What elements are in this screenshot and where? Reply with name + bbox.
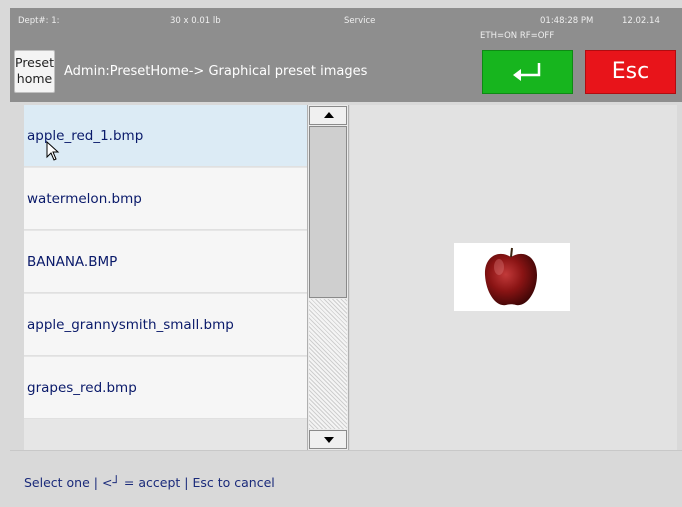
scroll-up-button[interactable] [309,106,347,125]
list-item[interactable]: apple_grannysmith_small.bmp [24,294,307,356]
status-bar: Dept#: 1: 30 x 0.01 lb Service 01:48:28 … [10,8,682,45]
scroll-track[interactable] [309,299,347,429]
preset-home-label-line1: Preset [15,55,54,70]
network-status: ETH=ON RF=OFF [480,31,555,41]
preview-image [454,243,570,311]
hint-text: Select one | <┘ = accept | Esc to cancel [24,475,275,490]
scroll-thumb[interactable] [309,126,347,298]
list-item[interactable]: grapes_red.bmp [24,357,307,419]
red-apple-icon [484,247,537,306]
weight-indicator: 30 x 0.01 lb [170,16,221,26]
dept-indicator: Dept#: 1: [18,16,60,26]
preset-home-label-line2: home [16,71,53,86]
divider [10,450,682,451]
mode-indicator: Service [344,16,376,26]
scroll-down-button[interactable] [309,430,347,449]
breadcrumb: Admin:PresetHome-> Graphical preset imag… [64,64,368,79]
clock-date: 12.02.14 [622,16,660,26]
list-scrollbar[interactable] [307,105,349,450]
list-item[interactable]: watermelon.bmp [24,168,307,230]
preset-home-button[interactable]: Preset home [14,50,55,93]
esc-button[interactable]: Esc [585,50,676,94]
enter-arrow-icon [513,63,541,81]
clock-time: 01:48:28 PM [540,16,594,26]
image-file-list: apple_red_1.bmp watermelon.bmp BANANA.BM… [24,105,307,450]
accept-button[interactable] [482,50,573,94]
mouse-cursor-icon [46,141,60,161]
list-item[interactable]: BANANA.BMP [24,231,307,293]
image-preview-panel [350,105,677,450]
header-bar: Preset home Admin:PresetHome-> Graphical… [10,45,682,102]
list-item[interactable]: apple_red_1.bmp [24,105,307,167]
